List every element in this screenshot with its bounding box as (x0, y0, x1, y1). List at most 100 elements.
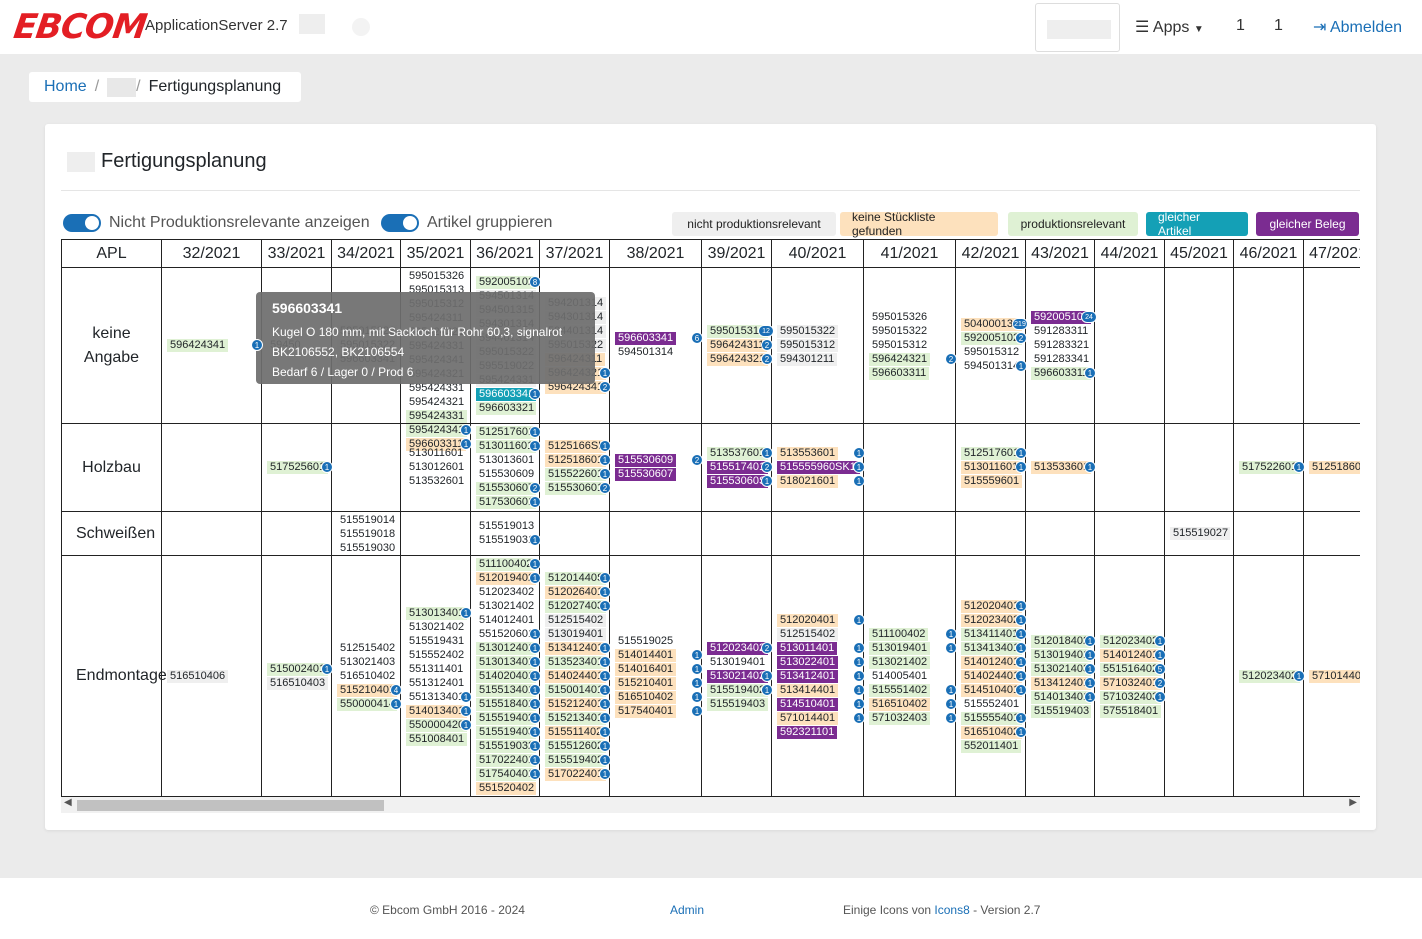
article-item[interactable]: 514510401 (777, 697, 839, 711)
article-item[interactable]: 512023402 (1239, 669, 1300, 683)
article-item[interactable]: 517540401 (476, 768, 536, 781)
article-item[interactable]: 516510402 (961, 725, 1022, 739)
article-item[interactable]: 513533601 (1031, 461, 1091, 474)
article-item[interactable]: 515519014 (337, 514, 397, 527)
scroll-right-icon[interactable]: ▶ (1349, 797, 1357, 808)
article-item[interactable]: 515519402 (707, 683, 768, 697)
article-item[interactable]: 596424341 (167, 339, 229, 352)
article-item[interactable]: 515210401 (615, 676, 677, 690)
article-item[interactable]: 596603341 (615, 332, 677, 345)
article-item[interactable]: 513011601 (406, 447, 466, 460)
article-item[interactable]: 513019401 (707, 656, 768, 669)
article-item[interactable]: 513412401 (1031, 676, 1091, 690)
article-item[interactable]: 514012401 (1100, 648, 1161, 662)
article-item[interactable]: 512518601 (545, 454, 606, 467)
article-item[interactable]: 515519030 (337, 542, 397, 555)
breadcrumb-home[interactable]: Home (44, 78, 87, 96)
article-item[interactable]: 515519027 (1170, 527, 1230, 540)
logout-link[interactable]: ⇥ Abmelden (1313, 17, 1402, 37)
article-item[interactable]: 513414401 (777, 683, 839, 697)
article-item[interactable]: 513013401 (476, 656, 536, 669)
article-item[interactable]: 512023402 (961, 613, 1022, 627)
article-item[interactable]: 514013401 (406, 704, 467, 718)
article-item[interactable]: 513412401 (545, 641, 606, 655)
article-item[interactable]: 551516402 (1100, 662, 1161, 676)
article-item[interactable]: 595015312 (777, 339, 839, 352)
article-item[interactable]: 517022401 (545, 767, 606, 781)
article-item[interactable]: 596603311 (1031, 367, 1091, 380)
article-item[interactable]: 513013601 (476, 454, 536, 467)
article-item[interactable]: 514005401 (869, 670, 930, 683)
article-item[interactable]: 571014401 (1309, 669, 1360, 683)
article-item[interactable]: 575518401 (1100, 704, 1161, 718)
article-item[interactable]: 513013401 (406, 606, 467, 620)
article-item[interactable]: 513021402 (406, 621, 467, 634)
article-item[interactable]: 517540401 (615, 704, 677, 718)
article-item[interactable]: 550000414 (337, 697, 397, 711)
article-item[interactable]: 515519402 (545, 753, 606, 767)
article-item[interactable]: 51201440SK410 (545, 571, 606, 585)
article-item[interactable]: 596603341 (476, 388, 536, 401)
article-item[interactable]: 513022401 (777, 655, 839, 669)
article-item[interactable]: 517525601 (267, 461, 328, 474)
article-item[interactable]: 514016401 (615, 662, 677, 676)
article-item[interactable]: 515519403 (476, 726, 536, 739)
article-item[interactable]: 594501314 (615, 346, 676, 359)
article-item[interactable]: 512517601 (476, 426, 536, 439)
article-item[interactable]: 596424321 (869, 353, 931, 366)
toggle-group-articles[interactable]: Artikel gruppieren (381, 214, 552, 232)
article-item[interactable]: 513413401 (961, 641, 1022, 655)
article-item[interactable]: 515212401 (545, 697, 606, 711)
article-item[interactable]: 514013401 (1031, 690, 1091, 704)
article-item[interactable]: 511100402 (869, 627, 929, 641)
article-item[interactable]: 551313401 (406, 691, 467, 704)
article-item[interactable]: 514024401 (961, 669, 1022, 683)
article-item[interactable]: 595015312 (961, 346, 1022, 359)
article-item[interactable]: 513021403 (337, 656, 397, 669)
article-item[interactable]: 514012401 (961, 655, 1022, 669)
article-item[interactable]: 591283341 (1031, 353, 1091, 366)
article-item[interactable]: 515213401 (545, 711, 606, 725)
nav-counter-2[interactable]: 1 (1274, 17, 1283, 35)
article-item[interactable]: 513021402 (707, 669, 768, 683)
article-item[interactable]: 551311401 (406, 663, 466, 676)
article-item[interactable]: 513411401 (961, 627, 1022, 641)
article-item[interactable]: 5125166SK0 (545, 440, 606, 453)
article-item[interactable]: 516510402 (869, 697, 931, 711)
article-item[interactable]: 513537601 (707, 447, 768, 460)
article-item[interactable]: 595424321 (406, 396, 467, 409)
ebcom-logo[interactable]: EBCOM (11, 7, 148, 47)
article-item[interactable]: 513012401 (476, 642, 536, 655)
article-item[interactable]: 515518401 (476, 698, 536, 711)
article-item[interactable]: 592321101 (777, 725, 838, 739)
article-item[interactable]: 513019401 (545, 627, 606, 641)
article-item[interactable]: 51553060SK110 (707, 475, 768, 488)
article-item[interactable]: 515519013 (476, 520, 536, 533)
article-item[interactable]: 513019401 (1031, 648, 1091, 662)
article-item[interactable]: 515519431 (406, 635, 467, 648)
article-item[interactable]: 515551402 (869, 683, 931, 697)
article-item[interactable]: 515530607 (476, 482, 536, 495)
article-item[interactable]: 512515402 (545, 613, 606, 627)
article-item[interactable]: 515517401 (707, 461, 768, 474)
article-item[interactable]: 513019401 (869, 641, 931, 655)
article-item[interactable]: 552011401 (961, 739, 1022, 753)
article-item[interactable]: 512018402 (1031, 634, 1091, 648)
article-item[interactable]: 551520601 (476, 628, 536, 641)
article-item[interactable]: 513011601 (476, 440, 536, 453)
article-item[interactable]: 515513401 (476, 684, 536, 697)
toggle-switch[interactable] (63, 214, 101, 232)
article-item[interactable]: 513523401 (545, 655, 606, 669)
article-item[interactable]: 515555401 (961, 711, 1022, 725)
article-item[interactable]: 516510406 (167, 669, 229, 683)
article-item[interactable]: 592005102 (476, 276, 536, 289)
horizontal-scrollbar[interactable]: ◀ ▶ (61, 797, 1360, 813)
article-item[interactable]: 515512602 (545, 739, 606, 753)
article-item[interactable]: 517530601 (476, 496, 536, 509)
article-item[interactable]: 512517601 (961, 447, 1022, 460)
article-item[interactable]: 513021402 (476, 600, 536, 613)
article-item[interactable]: 517022401 (476, 754, 536, 767)
article-item[interactable]: 515552401 (961, 698, 1022, 711)
article-item[interactable]: 513021403 (1031, 662, 1091, 676)
article-item[interactable]: 515519402 (476, 712, 536, 725)
